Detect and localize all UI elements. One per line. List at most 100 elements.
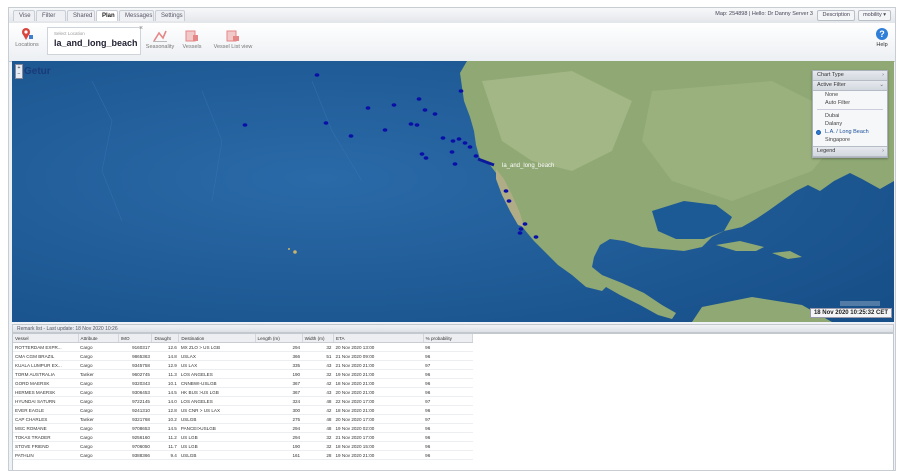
vessel-marker[interactable]	[440, 136, 446, 140]
filter-option-dalany[interactable]: Dalany	[813, 120, 887, 128]
table-cell: Tanker	[78, 369, 119, 379]
column-header[interactable]: Attribute	[78, 334, 119, 343]
column-header[interactable]: Width (m)	[302, 334, 334, 343]
table-cell: Cargo	[78, 450, 119, 460]
help-button[interactable]: ? Help	[873, 27, 891, 48]
table-row[interactable]: CMA CGM BRAZIL Cargo 9865363 14.8 USLAX 366 51…	[13, 351, 473, 361]
filter-option-singapore[interactable]: Singapore	[813, 136, 887, 144]
table-row[interactable]: HERMES MAERSK Cargo 9306453 14.5 HK BUS >US …	[13, 387, 473, 397]
table-cell: Cargo	[78, 342, 119, 352]
tab-settings[interactable]: Settings	[155, 10, 185, 21]
vessel-marker[interactable]	[416, 97, 422, 101]
map-canvas[interactable]: la_and_long_beach Getur	[12, 61, 894, 322]
table-row[interactable]: HYUNDAI SATURN Cargo 9722145 14.0 LOS ANGELE…	[13, 396, 473, 406]
selected-location-value: la_and_long_beach	[54, 38, 138, 48]
table-cell: Cargo	[78, 351, 119, 361]
tab-vise[interactable]: Vise	[13, 10, 35, 21]
table-row[interactable]: PATHLIN Cargo 9388366 9.4 USLGB 161 28 19 Nov 2…	[13, 450, 473, 460]
tab-messages[interactable]: Messages	[119, 10, 154, 21]
table-row[interactable]: EVER EAGLE Cargo 9241310 12.8 US CNR > US LA…	[13, 405, 473, 415]
table-cell: 9256160	[118, 432, 152, 442]
table-row[interactable]: TORM AUSTRALIA Tanker 9602745 11.3 LOS ANGEL…	[13, 369, 473, 379]
table-cell: 19 Nov 2020 21:00	[333, 369, 424, 379]
vessel-marker[interactable]	[473, 154, 479, 158]
table-cell: GORD MAERSK	[13, 378, 78, 388]
vessel-marker[interactable]	[517, 231, 523, 235]
map-view[interactable]: la_and_long_beach Getur + − Chart Type › …	[12, 61, 894, 322]
table-row[interactable]: ROTTERDAM EXPR... Cargo 9160317 12.6 MX ZLO …	[13, 342, 473, 352]
vessel-marker[interactable]	[414, 123, 420, 127]
vessel-marker[interactable]	[391, 103, 397, 107]
vessel-marker[interactable]	[456, 137, 462, 141]
vessel-marker[interactable]	[382, 128, 388, 132]
vessel-marker[interactable]	[503, 189, 509, 193]
help-icon: ?	[876, 28, 888, 40]
column-header[interactable]: Destination	[178, 334, 256, 343]
filter-option-dubai[interactable]: Dubai	[813, 112, 887, 120]
column-header[interactable]: IMO	[118, 334, 153, 343]
seasonality-icon	[153, 30, 167, 42]
vessel-marker[interactable]	[506, 199, 512, 203]
table-cell: 42	[302, 405, 334, 415]
table-cell: 96	[423, 441, 473, 451]
tab-shared[interactable]: Shared	[67, 10, 95, 21]
zoom-control[interactable]: + −	[15, 64, 23, 79]
vessel-marker[interactable]	[450, 139, 456, 143]
tab-filter[interactable]: Filter	[36, 10, 66, 21]
vessels-button[interactable]: Vessels	[179, 29, 205, 50]
vessel-marker[interactable]	[467, 145, 473, 149]
vessel-marker[interactable]	[458, 89, 464, 93]
vessel-marker[interactable]	[408, 122, 414, 126]
close-icon[interactable]: ×	[139, 25, 143, 32]
account-menu[interactable]: mobility ▾	[858, 10, 891, 21]
vessel-marker[interactable]	[533, 235, 539, 239]
table-row[interactable]: STOVE FRIEND Cargo 9706050 11.7 US LGB 190 32 1…	[13, 441, 473, 451]
table-cell: 28	[302, 450, 334, 460]
table-cell: CNNBWI-USLGB	[178, 378, 256, 388]
table-row[interactable]: TOKAS TRADER Cargo 9256160 11.2 US LGB 294 32 2…	[13, 432, 473, 442]
table-cell: 190	[255, 369, 303, 379]
column-header[interactable]: Vessel	[13, 334, 79, 343]
vessel-marker[interactable]	[518, 227, 524, 231]
vessel-marker[interactable]	[449, 150, 455, 154]
seasonality-button[interactable]: Seasonality	[145, 29, 175, 50]
active-filter-header[interactable]: Active Filter ⌄	[813, 81, 887, 91]
vessel-marker[interactable]	[323, 121, 329, 125]
vessel-marker[interactable]	[432, 112, 438, 116]
vessel-list-view-button[interactable]: Vessel List view	[213, 29, 253, 50]
table-cell: 294	[255, 432, 303, 442]
column-header[interactable]: Length (m)	[255, 334, 303, 343]
table-cell: 161	[255, 450, 303, 460]
locations-button[interactable]: Locations	[13, 27, 41, 48]
filter-option-auto[interactable]: Auto Filter	[813, 99, 887, 107]
vessel-marker[interactable]	[419, 152, 425, 156]
column-header[interactable]: % probability	[423, 334, 474, 343]
table-cell: 96	[423, 432, 473, 442]
description-button[interactable]: Description	[817, 10, 855, 21]
vessel-marker[interactable]	[314, 73, 320, 77]
filter-option-none[interactable]: None	[813, 91, 887, 99]
table-cell: PANCEI>USLGB	[178, 423, 256, 433]
legend-header[interactable]: Legend ›	[813, 146, 887, 157]
column-header[interactable]: Draught	[151, 334, 180, 343]
vessel-marker[interactable]	[365, 106, 371, 110]
column-header[interactable]: ETA	[333, 334, 424, 343]
vessel-marker[interactable]	[422, 108, 428, 112]
table-row[interactable]: CAP CHARLES Tanker 9321768 10.2 USLGB 275 48 20…	[13, 414, 473, 424]
table-row[interactable]: MSC ROMANE Cargo 9708653 14.5 PANCEI>USLGB 29…	[13, 423, 473, 433]
zoom-out-button[interactable]: −	[16, 71, 22, 77]
table-cell: MSC ROMANE	[13, 423, 78, 433]
vessel-marker[interactable]	[423, 156, 429, 160]
vessel-marker[interactable]	[522, 222, 528, 226]
vessel-marker[interactable]	[462, 141, 468, 145]
filter-option-la-long-beach[interactable]: L.A. / Long Beach	[813, 128, 887, 136]
vessel-marker[interactable]	[348, 134, 354, 138]
selected-location[interactable]: Select Location la_and_long_beach	[47, 27, 141, 55]
table-row[interactable]: GORD MAERSK Cargo 9320343 10.1 CNNBWI-USLGB 3…	[13, 378, 473, 388]
chart-type-header[interactable]: Chart Type ›	[813, 71, 887, 81]
tab-plan[interactable]: Plan	[96, 10, 118, 21]
vessel-marker[interactable]	[242, 123, 248, 127]
vessel-marker[interactable]	[452, 162, 458, 166]
table-row[interactable]: KUALA LUMPUR EX... Cargo 9345758 12.9 US LAX…	[13, 360, 473, 370]
table-cell: 43	[302, 387, 334, 397]
